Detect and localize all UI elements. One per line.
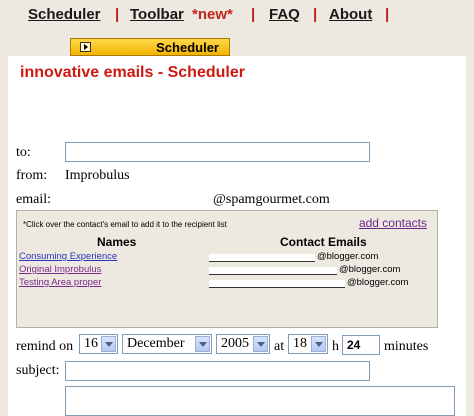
- contact-email-redacted[interactable]: [209, 280, 345, 288]
- nav-toolbar-link[interactable]: Toolbar: [130, 6, 184, 23]
- remind-label: remind on: [16, 339, 74, 354]
- hour-select[interactable]: 18: [288, 334, 328, 354]
- contacts-box: *Click over the contact's email to add i…: [16, 210, 438, 328]
- contact-email-redacted[interactable]: [209, 254, 315, 262]
- subject-label: subject:: [16, 363, 60, 378]
- contact-name-link[interactable]: Original Improbulus: [19, 264, 101, 275]
- contact-name-link[interactable]: Consuming Experience: [19, 251, 117, 262]
- hour-value: 18: [293, 336, 307, 351]
- add-contacts-link[interactable]: add contacts: [359, 216, 427, 230]
- chevron-down-icon: [253, 336, 268, 352]
- contact-email-redacted[interactable]: [209, 267, 337, 275]
- subject-input[interactable]: [65, 361, 370, 381]
- h-label: h: [332, 339, 339, 354]
- month-value: December: [127, 336, 185, 351]
- day-select[interactable]: 16: [79, 334, 118, 354]
- page-title: innovative emails - Scheduler: [20, 64, 245, 81]
- year-value: 2005: [221, 336, 249, 351]
- contact-email-domain[interactable]: @blogger.com: [347, 277, 408, 288]
- from-label: from:: [16, 168, 48, 183]
- day-value: 16: [84, 336, 98, 351]
- names-column-header: Names: [97, 235, 137, 249]
- contact-email-domain[interactable]: @blogger.com: [339, 264, 400, 275]
- to-label: to:: [16, 145, 31, 160]
- contact-name-link[interactable]: Testing Area proper: [19, 277, 101, 288]
- contacts-hint: *Click over the contact's email to add i…: [23, 220, 227, 229]
- nav-separator: |: [251, 6, 256, 23]
- chevron-down-icon: [195, 336, 210, 352]
- nav-separator: |: [313, 6, 318, 23]
- contact-email-domain[interactable]: @blogger.com: [317, 251, 378, 262]
- month-select[interactable]: December: [122, 334, 212, 354]
- chevron-down-icon: [311, 336, 326, 352]
- from-value: Improbulus: [65, 168, 130, 183]
- minutes-label: minutes: [384, 339, 429, 354]
- scheduler-panel: innovative emails - Scheduler to: from: …: [8, 56, 466, 416]
- top-nav: Scheduler | Toolbar *new* | FAQ | About …: [0, 0, 474, 32]
- scheduler-tab-label: Scheduler: [156, 40, 219, 55]
- play-icon: [80, 42, 91, 52]
- email-domain: @spamgourmet.com: [213, 192, 330, 207]
- emails-column-header: Contact Emails: [280, 235, 367, 249]
- year-select[interactable]: 2005: [216, 334, 270, 354]
- email-label: email:: [16, 192, 51, 207]
- to-input[interactable]: [65, 142, 370, 162]
- nav-about-link[interactable]: About: [329, 6, 372, 23]
- scheduler-tab[interactable]: Scheduler: [70, 38, 230, 56]
- chevron-down-icon: [101, 336, 116, 352]
- nav-faq-link[interactable]: FAQ: [269, 6, 300, 23]
- at-label: at: [274, 339, 285, 354]
- minutes-input[interactable]: 24: [342, 335, 380, 355]
- nav-new-badge: *new*: [192, 6, 233, 23]
- nav-scheduler-link[interactable]: Scheduler: [28, 6, 101, 23]
- nav-separator: |: [115, 6, 120, 23]
- nav-separator: |: [385, 6, 390, 23]
